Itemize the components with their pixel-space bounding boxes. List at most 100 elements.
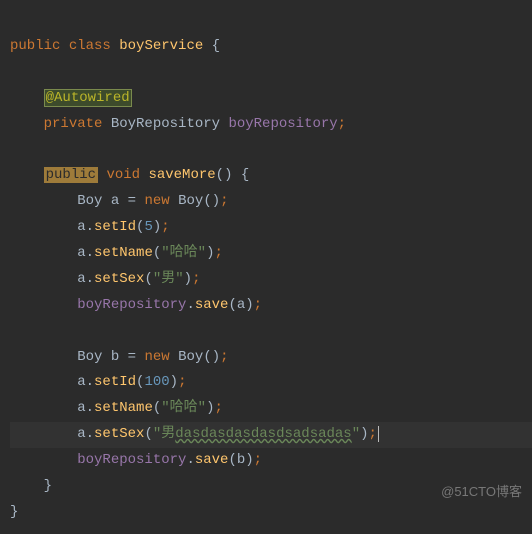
method-call: setName — [94, 400, 153, 416]
rparen: ) — [360, 426, 368, 442]
code-line: Boy a = new Boy(); — [10, 193, 229, 209]
dot: . — [86, 426, 94, 442]
code-line: boyRepository.save(a); — [10, 297, 262, 313]
argument: a — [237, 297, 245, 313]
rparen: ) — [245, 297, 253, 313]
method-call: setId — [94, 219, 136, 235]
keyword-public-highlighted: public — [44, 167, 98, 183]
lparen: ( — [153, 245, 161, 261]
dot: . — [86, 400, 94, 416]
semicolon: ; — [220, 193, 228, 209]
field-ref: boyRepository — [77, 452, 186, 468]
object: a — [77, 400, 85, 416]
dot: . — [186, 297, 194, 313]
lparen: ( — [144, 271, 152, 287]
constructor: Boy — [178, 193, 203, 209]
string-part: "男 — [153, 426, 175, 442]
keyword-new: new — [144, 193, 169, 209]
annotation-autowired: @Autowired — [44, 89, 132, 107]
code-line: @Autowired — [10, 89, 132, 107]
method-call: save — [195, 452, 229, 468]
dot: . — [186, 452, 194, 468]
keyword-class: class — [69, 38, 111, 54]
rparen: ) — [153, 219, 161, 235]
code-line: Boy b = new Boy(); — [10, 349, 229, 365]
brace: { — [241, 167, 249, 183]
method-call: save — [195, 297, 229, 313]
semicolon: ; — [214, 400, 222, 416]
object: a — [77, 219, 85, 235]
lparen: ( — [153, 400, 161, 416]
field-ref: boyRepository — [77, 297, 186, 313]
lparen: ( — [228, 452, 236, 468]
rparen: ) — [170, 374, 178, 390]
object: a — [77, 271, 85, 287]
field: boyRepository — [228, 116, 337, 132]
equals: = — [128, 349, 136, 365]
string-literal: "男dasdasdasdasdsadsadas" — [153, 426, 360, 442]
number-literal: 100 — [144, 374, 169, 390]
string-literal: "男" — [153, 271, 184, 287]
current-line: a.setSex("男dasdasdasdasdsadsadas"); — [10, 422, 532, 448]
code-line: public void saveMore() { — [10, 167, 249, 183]
semicolon: ; — [254, 452, 262, 468]
rparen: ) — [245, 452, 253, 468]
type: Boy — [77, 193, 102, 209]
method-name: saveMore — [148, 167, 215, 183]
code-line: a.setId(100); — [10, 374, 186, 390]
lparen: ( — [228, 297, 236, 313]
dot: . — [86, 245, 94, 261]
dot: . — [86, 374, 94, 390]
semicolon: ; — [192, 271, 200, 287]
brace: } — [44, 478, 52, 494]
parens: () — [216, 167, 233, 183]
class-name: boyService — [119, 38, 203, 54]
rparen: ) — [184, 271, 192, 287]
code-line: boyRepository.save(b); — [10, 452, 262, 468]
text-cursor — [378, 426, 379, 442]
lparen: ( — [144, 426, 152, 442]
argument: b — [237, 452, 245, 468]
dot: . — [86, 219, 94, 235]
parens: () — [203, 349, 220, 365]
code-line: a.setName("哈哈"); — [10, 400, 223, 416]
code-line: a.setSex("男"); — [10, 271, 200, 287]
semicolon: ; — [214, 245, 222, 261]
variable: b — [111, 349, 119, 365]
brace: { — [212, 38, 220, 54]
number-literal: 5 — [144, 219, 152, 235]
typo-underline: dasdasdasdasdsadsadas — [175, 426, 351, 442]
keyword-public: public — [10, 38, 60, 54]
semicolon: ; — [220, 349, 228, 365]
method-call: setSex — [94, 426, 144, 442]
keyword-private: private — [44, 116, 103, 132]
method-call: setId — [94, 374, 136, 390]
code-line: a.setId(5); — [10, 219, 170, 235]
object: a — [77, 426, 85, 442]
string-part: " — [352, 426, 360, 442]
equals: = — [128, 193, 136, 209]
code-editor[interactable]: public class boyService { @Autowired pri… — [0, 0, 532, 534]
semicolon: ; — [178, 374, 186, 390]
code-line: } — [10, 478, 52, 494]
type: BoyRepository — [111, 116, 220, 132]
variable: a — [111, 193, 119, 209]
object: a — [77, 245, 85, 261]
semicolon: ; — [161, 219, 169, 235]
method-call: setName — [94, 245, 153, 261]
parens: () — [203, 193, 220, 209]
string-literal: "哈哈" — [161, 245, 206, 261]
constructor: Boy — [178, 349, 203, 365]
dot: . — [86, 271, 94, 287]
keyword-void: void — [106, 167, 140, 183]
type: Boy — [77, 349, 102, 365]
keyword-new: new — [144, 349, 169, 365]
string-literal: "哈哈" — [161, 400, 206, 416]
semicolon: ; — [369, 426, 377, 442]
code-line: public class boyService { — [10, 38, 220, 54]
semicolon: ; — [338, 116, 346, 132]
method-call: setSex — [94, 271, 144, 287]
code-line: a.setName("哈哈"); — [10, 245, 223, 261]
object: a — [77, 374, 85, 390]
code-line: private BoyRepository boyRepository; — [10, 116, 346, 132]
